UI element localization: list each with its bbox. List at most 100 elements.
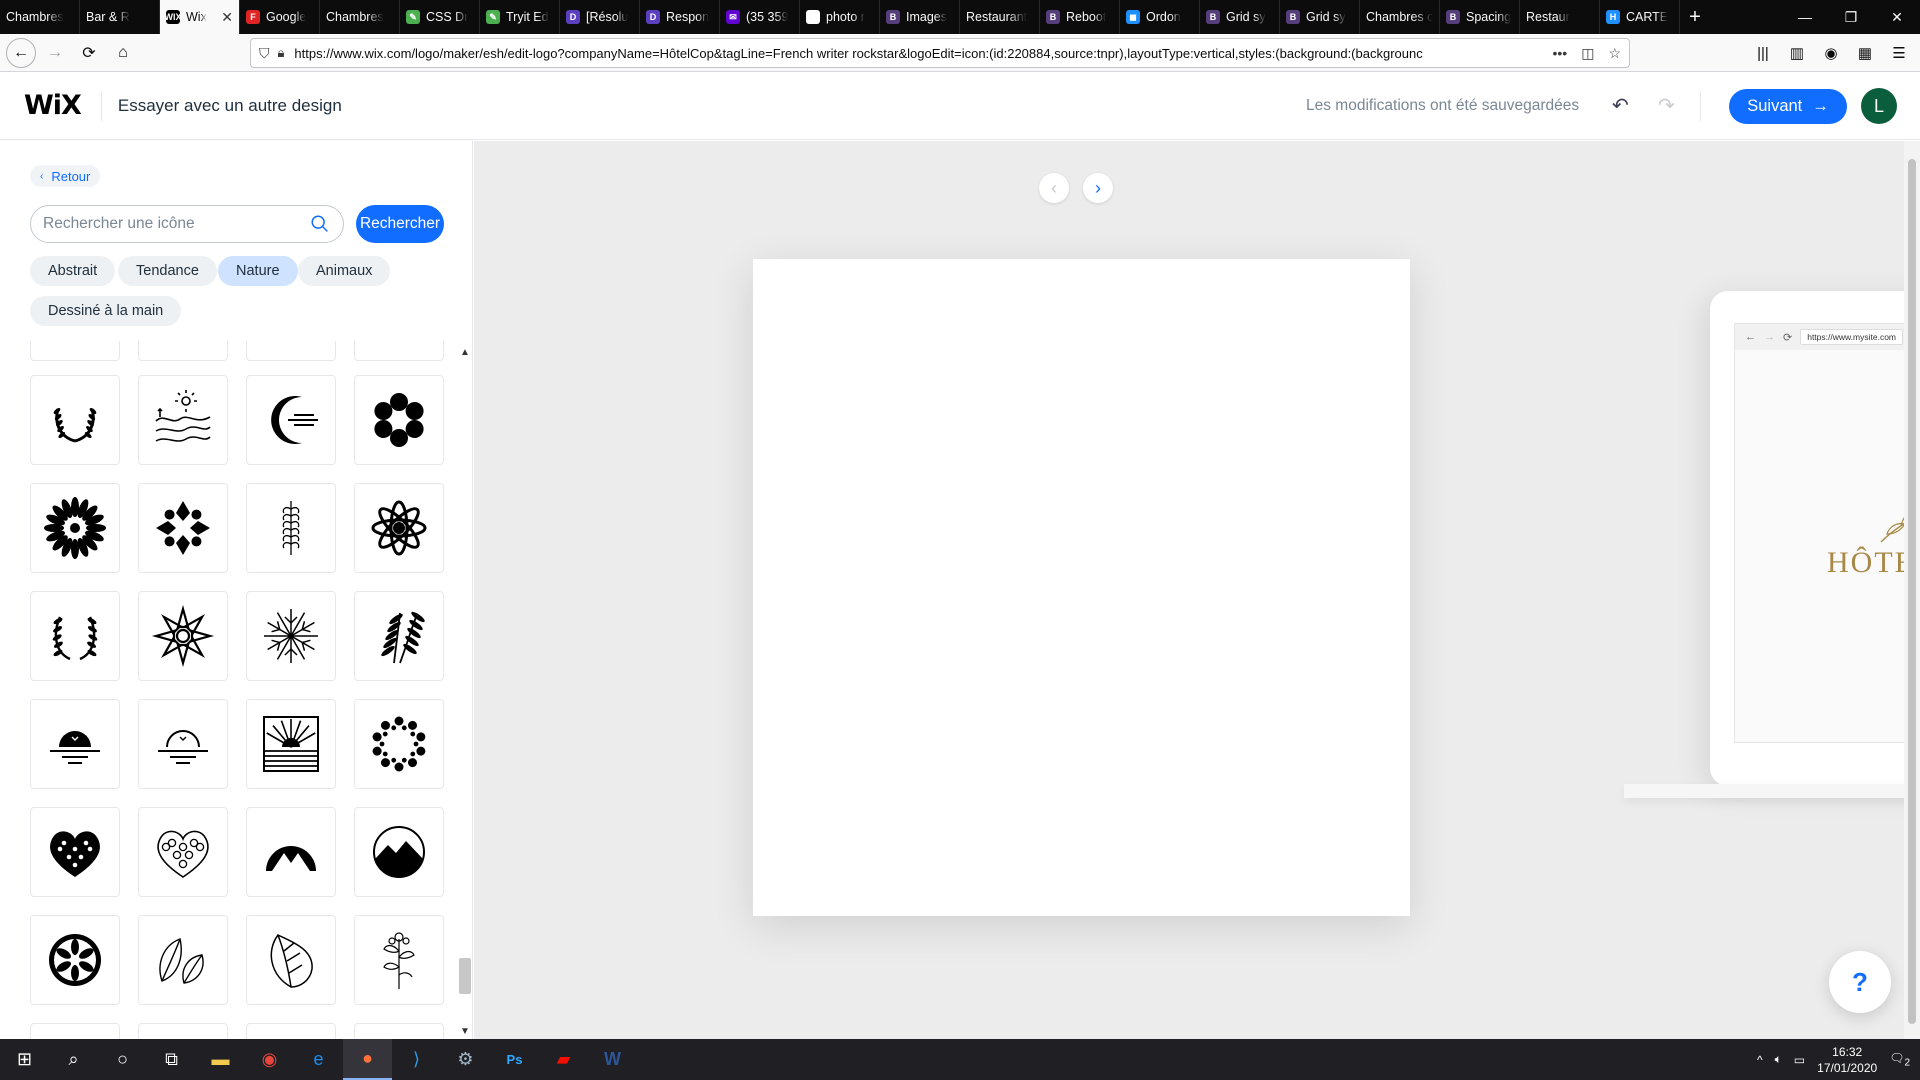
word-icon[interactable]: W [588,1039,637,1080]
task-view-icon[interactable]: ⧉ [147,1039,196,1080]
icon-tile[interactable] [30,591,120,681]
sidebar-icon[interactable]: ▥ [1782,38,1812,68]
acrobat-icon[interactable]: ▰ [539,1039,588,1080]
icon-tile[interactable] [354,699,444,789]
pocket-icon[interactable]: ◫ [1581,45,1594,62]
chip-tendance[interactable]: Tendance [118,256,217,286]
browser-tab[interactable]: WIX Wix ✕ [160,0,240,34]
browser-tab[interactable]: D Respon [640,0,720,34]
help-button[interactable]: ? [1829,951,1891,1013]
icon-tile[interactable] [246,591,336,681]
bookmark-star-icon[interactable]: ☆ [1608,45,1621,62]
icon-tile[interactable] [354,591,444,681]
vscode-icon[interactable]: ⟩ [392,1039,441,1080]
browser-tab[interactable]: B Spacing [1440,0,1520,34]
new-tab-button[interactable]: + [1680,0,1710,34]
icon-tile[interactable] [246,341,336,361]
icon-tile[interactable] [354,341,444,361]
icon-tile[interactable] [30,1023,120,1039]
edge-icon[interactable]: e [294,1039,343,1080]
browser-tab[interactable]: H CARTE [1600,0,1680,34]
firefox-icon[interactable]: ● [343,1039,392,1080]
browser-tab[interactable]: B Reboot [1040,0,1120,34]
shield-icon[interactable]: ⛉ [259,45,270,62]
icon-tile[interactable] [354,483,444,573]
browser-tab[interactable]: ✎ Tryit Ed [480,0,560,34]
previous-design-button[interactable]: ‹ [1039,173,1069,203]
avatar[interactable]: L [1861,88,1897,124]
icon-tile[interactable] [246,375,336,465]
clock[interactable]: 16:32 17/01/2020 [1817,1044,1877,1076]
icon-tile[interactable] [138,591,228,681]
next-button[interactable]: Suivant → [1729,89,1847,124]
icon-tile[interactable] [138,1023,228,1039]
browser-tab[interactable]: B Grid sy [1280,0,1360,34]
scroll-thumb[interactable] [459,958,471,994]
forward-arrow-icon[interactable]: → [40,38,70,68]
scroll-up-icon[interactable]: ▲ [460,347,470,358]
search-button[interactable]: Rechercher [356,205,444,243]
icon-search-field[interactable] [30,205,344,243]
account-icon[interactable]: ◉ [1816,38,1846,68]
next-design-button[interactable]: › [1083,173,1113,203]
reload-icon[interactable]: ⟳ [74,38,104,68]
icon-tile[interactable] [138,483,228,573]
icon-tile[interactable] [30,699,120,789]
photoshop-icon[interactable]: Ps [490,1039,539,1080]
browser-tab[interactable]: F Google [240,0,320,34]
windows-start-icon[interactable]: ⊞ [0,1039,49,1080]
icon-tile[interactable] [30,375,120,465]
chip-dessine-a-la-main[interactable]: Dessiné à la main [30,296,182,326]
url-text[interactable]: https://www.wix.com/logo/maker/esh/edit-… [294,46,1542,61]
file-explorer-icon[interactable]: ▬ [196,1039,245,1080]
network-icon[interactable]: ▭ [1794,1053,1805,1067]
search-icon[interactable] [309,213,331,235]
close-window-icon[interactable]: ✕ [1874,0,1920,34]
chip-abstrait[interactable]: Abstrait [30,256,116,286]
icon-tile[interactable] [354,807,444,897]
home-icon[interactable]: ⌂ [108,38,138,68]
chip-nature[interactable]: Nature [218,256,298,286]
icon-tile[interactable] [354,1023,444,1039]
chevron-up-icon[interactable]: ^ [1757,1053,1763,1067]
icon-tile[interactable] [138,341,228,361]
url-bar[interactable]: ⛉ 🔒︎ https://www.wix.com/logo/maker/esh/… [250,38,1630,68]
extension-icon[interactable]: ▦ [1850,38,1880,68]
cortana-icon[interactable]: ○ [98,1039,147,1080]
panel-scrollbar[interactable]: ▲ ▼ [457,341,472,1039]
minimize-icon[interactable]: — [1782,0,1828,34]
browser-tab[interactable]: D [Résolu [560,0,640,34]
browser-tab[interactable]: Bar & R [80,0,160,34]
browser-tab[interactable]: Chambres [320,0,400,34]
icon-tile[interactable] [354,375,444,465]
icon-tile[interactable] [30,341,120,361]
icon-tile[interactable] [138,807,228,897]
browser-tab[interactable]: Gphoto r [800,0,880,34]
logo-preview-card[interactable] [753,259,1410,916]
back-button[interactable]: ‹ Retour [30,165,101,187]
icon-tile[interactable] [246,483,336,573]
icon-tile[interactable] [246,1023,336,1039]
speaker-muted-icon[interactable]: 🔈︎ [1775,1052,1782,1067]
icon-tile[interactable] [138,375,228,465]
icon-tile[interactable] [354,915,444,1005]
browser-tab[interactable]: Restaur [1520,0,1600,34]
canvas-scrollbar[interactable] [1904,141,1920,1039]
icon-tile[interactable] [246,915,336,1005]
icon-tile[interactable] [246,699,336,789]
undo-icon[interactable]: ↶ [1612,93,1629,118]
scroll-down-icon[interactable]: ▼ [460,1026,470,1037]
search-input[interactable] [43,215,309,233]
page-actions-icon[interactable]: ••• [1552,45,1567,62]
browser-tab[interactable]: B Grid sy [1200,0,1280,34]
notifications-icon[interactable]: 🗨︎2 [1889,1051,1910,1068]
browser-tab[interactable]: ✎ CSS Dr [400,0,480,34]
wix-logo[interactable]: WiX [24,90,82,121]
redo-icon[interactable]: ↷ [1658,93,1675,118]
browser-tab[interactable]: Chambres c [1360,0,1440,34]
icon-tile[interactable] [30,483,120,573]
search-icon[interactable]: ⌕ [49,1039,98,1080]
browser-tab[interactable]: ✉ (35 359 [720,0,800,34]
settings-app-icon[interactable]: ⚙ [441,1039,490,1080]
chip-animaux[interactable]: Animaux [298,256,391,286]
